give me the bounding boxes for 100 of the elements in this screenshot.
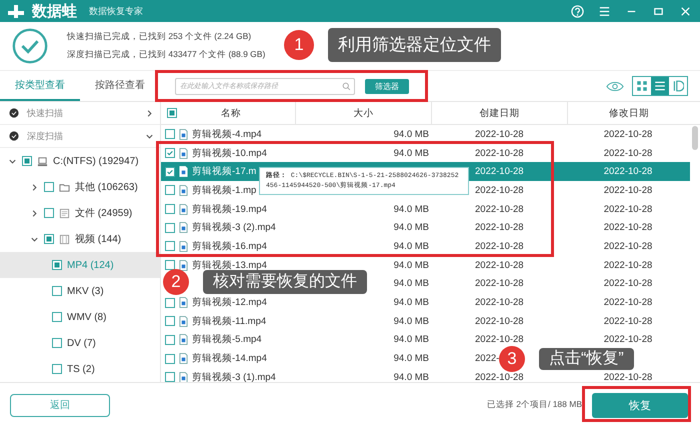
tree-item[interactable]: WMV (8) [0, 304, 160, 330]
file-size: 94.0 MB [394, 316, 429, 327]
created-date: 2022-10-28 [475, 334, 524, 346]
checkbox[interactable] [165, 298, 175, 308]
checkbox[interactable] [44, 182, 54, 192]
checkbox[interactable] [165, 204, 175, 214]
created-date: 2022-10-28 [475, 278, 524, 290]
file-name: 剪辑视频-16.mp4 [192, 240, 267, 253]
checkbox[interactable] [165, 372, 175, 382]
checkbox[interactable] [165, 166, 175, 177]
checkbox[interactable] [167, 108, 177, 118]
column-header[interactable]: 修改日期 [609, 106, 649, 120]
checkbox[interactable] [165, 222, 175, 233]
file-size: 94.0 MB [394, 222, 429, 234]
checkbox[interactable] [165, 316, 175, 326]
file-size: 94.0 MB [394, 334, 429, 346]
tree-item[interactable]: TS (2) [0, 356, 160, 382]
checkbox[interactable] [52, 260, 62, 270]
name-cell[interactable]: 剪辑视频-3 (1).mp4 [161, 368, 296, 382]
modified-date: 2022-10-28 [604, 334, 652, 346]
view-tab[interactable]: 按路径查看 [80, 71, 160, 101]
tree-item[interactable]: C:(NTFS) (192947) [0, 148, 160, 174]
scan-section[interactable]: 深度扫描 [0, 125, 160, 148]
callout-text: 点击“恢复” [539, 348, 634, 370]
name-cell[interactable]: 剪辑视频-5.mp4 [161, 330, 296, 350]
checkbox[interactable] [44, 208, 54, 218]
file-icon [179, 184, 188, 196]
tree-item[interactable]: MKV (3) [0, 278, 160, 304]
search-icon [342, 82, 351, 90]
view-tab[interactable]: 按类型查看 [0, 71, 80, 101]
menu-icon[interactable] [598, 4, 611, 18]
checkbox[interactable] [165, 334, 175, 345]
chevron-icon[interactable] [30, 208, 39, 218]
file-icon [179, 240, 188, 252]
checkbox[interactable] [165, 354, 175, 364]
created-date: 2022-10-28 [475, 297, 524, 308]
name-cell[interactable]: 剪辑视频-4.mp4 [161, 125, 296, 144]
name-cell[interactable]: 剪辑视频-16.mp4 [161, 237, 296, 256]
tree-label: 文件 (24959) [75, 206, 132, 220]
modified-date: 2022-10-28 [604, 184, 652, 196]
column-header[interactable]: 创建日期 [480, 106, 520, 120]
file-size: 94.0 MB [394, 204, 429, 215]
file-size: 94.0 MB [394, 148, 429, 159]
column-header[interactable]: 名称 [221, 106, 241, 120]
file-name: 剪辑视频-10.mp4 [192, 146, 267, 160]
file-size: 94.0 MB [394, 128, 429, 140]
file-icon [179, 204, 188, 215]
list-view-icon [654, 80, 666, 92]
checkbox[interactable] [52, 286, 62, 296]
file-name: 剪辑视频-5.mp4 [192, 333, 262, 346]
checkbox[interactable] [165, 148, 175, 158]
file-size: 94.0 MB [394, 240, 429, 252]
file-icon [179, 166, 188, 178]
scan-section[interactable]: 快速扫描 [0, 102, 160, 125]
column-header[interactable]: 大小 [354, 106, 374, 120]
file-name: 剪辑视频-17.m [192, 165, 256, 178]
tree-item[interactable]: 文件 (24959) [0, 200, 160, 226]
step-number-badge: 2 [163, 269, 189, 295]
created-date: 2022-10-28 [475, 204, 524, 215]
tree-item[interactable]: 视频 (144) [0, 226, 160, 252]
name-cell[interactable]: 剪辑视频-14.mp4 [161, 349, 296, 368]
name-cell[interactable]: 剪辑视频-3 (2).mp4 [161, 218, 296, 238]
checkbox[interactable] [52, 364, 62, 374]
step-number-badge: 1 [284, 30, 314, 60]
checkbox[interactable] [165, 129, 175, 140]
modified-date: 2022-10-28 [604, 128, 652, 140]
chevron-icon[interactable] [145, 108, 154, 118]
checkbox[interactable] [165, 260, 175, 270]
checkbox[interactable] [165, 185, 175, 196]
film-icon [59, 234, 70, 244]
file-size: 94.0 MB [394, 353, 429, 364]
help-icon[interactable] [571, 4, 584, 18]
file-icon [179, 372, 188, 382]
close-icon[interactable] [679, 4, 692, 18]
name-cell[interactable]: 剪辑视频-19.mp4 [161, 200, 296, 218]
name-cell[interactable]: 剪辑视频-12.mp4 [161, 293, 296, 312]
step-number-badge: 3 [499, 346, 525, 372]
grid-view-icon [636, 80, 648, 92]
created-date: 2022- [475, 353, 500, 364]
view-mode-button[interactable] [651, 77, 669, 95]
checkbox[interactable] [22, 156, 32, 166]
file-icon [179, 353, 188, 364]
file-name: 剪辑视频-3 (1).mp4 [192, 370, 276, 382]
checkbox[interactable] [52, 312, 62, 322]
name-cell[interactable]: 剪辑视频-10.mp4 [161, 144, 296, 162]
checkbox[interactable] [44, 234, 54, 244]
tree-item[interactable]: 其他 (106263) [0, 174, 160, 200]
created-date: 2022-10-28 [475, 372, 524, 382]
file-icon [179, 297, 188, 308]
tree-item[interactable]: DV (7) [0, 330, 160, 356]
scrollbar[interactable] [692, 126, 698, 150]
name-cell[interactable]: 剪辑视频-11.mp4 [161, 312, 296, 331]
tree-label: 其他 (106263) [75, 180, 138, 194]
eye-icon[interactable] [606, 80, 624, 92]
chevron-icon[interactable] [30, 182, 39, 192]
modified-date: 2022-10-28 [604, 204, 652, 215]
checkbox[interactable] [52, 338, 62, 348]
modified-date: 2022-10-28 [604, 278, 652, 290]
checkbox[interactable] [165, 241, 175, 252]
file-icon [179, 316, 188, 327]
